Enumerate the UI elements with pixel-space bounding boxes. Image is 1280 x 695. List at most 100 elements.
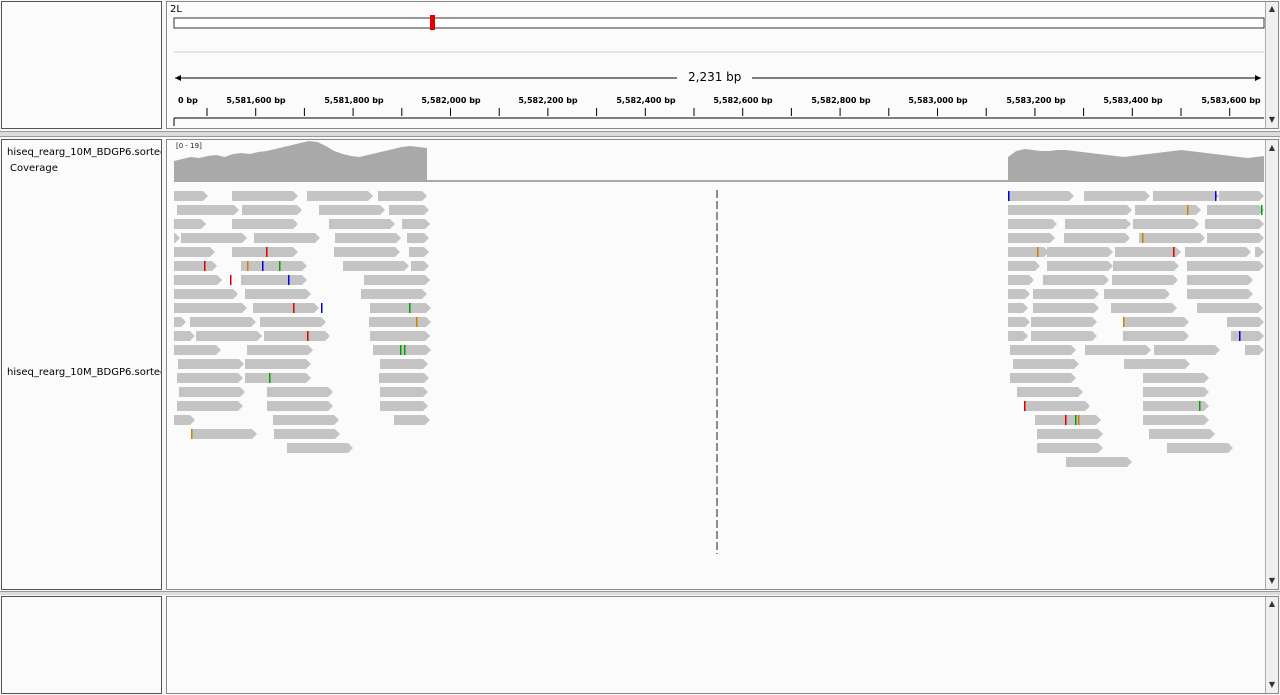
aligned-read <box>1231 331 1264 341</box>
ruler-tick-label: 5,583,400 bp <box>1103 96 1163 105</box>
scroll-up-arrow-icon[interactable]: ▲ <box>1267 599 1277 609</box>
aligned-read <box>174 247 215 257</box>
aligned-read <box>1035 415 1101 425</box>
ruler-tick-label: 5,582,600 bp <box>713 96 773 105</box>
aligned-read <box>1008 289 1030 299</box>
mismatch-mark <box>1037 247 1039 257</box>
aligned-read <box>1031 331 1097 341</box>
mismatch-mark <box>269 373 271 383</box>
mismatch-mark <box>321 303 323 313</box>
scroll-down-arrow-icon[interactable]: ▼ <box>1267 680 1277 690</box>
ruler-tick-label: 5,583,600 bp <box>1201 96 1261 105</box>
scroll-down-arrow-icon[interactable]: ▼ <box>1267 115 1277 125</box>
ruler-tick-label: 5,581,800 bp <box>324 96 384 105</box>
alignment-graphics[interactable] <box>167 140 1265 590</box>
aligned-read <box>174 317 186 327</box>
aligned-read <box>1033 303 1099 313</box>
data-panel[interactable]: ▲ ▼ <box>166 139 1279 590</box>
panel-divider[interactable] <box>0 131 1280 137</box>
ruler-tick-label: 5,583,000 bp <box>908 96 968 105</box>
aligned-read <box>334 247 400 257</box>
aligned-read <box>274 429 340 439</box>
aligned-read <box>380 387 428 397</box>
scroll-down-arrow-icon[interactable]: ▼ <box>1267 576 1277 586</box>
aligned-read <box>174 303 247 313</box>
feature-scrollbar[interactable]: ▲ ▼ <box>1265 597 1278 693</box>
ruler-panel: 2L 2,231 bp 0 bp 5,581,600 bp 5,581,800 bp… <box>166 1 1279 129</box>
mismatch-mark <box>191 429 193 439</box>
aligned-read <box>361 289 427 299</box>
aligned-read <box>174 345 221 355</box>
aligned-read <box>1124 359 1190 369</box>
aligned-read <box>174 233 180 243</box>
mismatch-mark <box>404 345 406 355</box>
aligned-read <box>177 401 243 411</box>
aligned-read <box>1037 429 1103 439</box>
data-name-panel: hiseq_rearg_10M_BDGP6.sorted.bam Coverag… <box>1 139 162 590</box>
chromosome-ideogram <box>173 17 1265 29</box>
mismatch-mark <box>1215 191 1217 201</box>
ruler-tick-label: 5,582,000 bp <box>421 96 481 105</box>
aligned-read <box>1153 191 1219 201</box>
aligned-read <box>370 331 430 341</box>
aligned-read <box>1047 261 1113 271</box>
mismatch-mark <box>1199 401 1201 411</box>
aligned-read <box>1149 429 1215 439</box>
aligned-read <box>174 261 217 271</box>
aligned-read <box>245 373 311 383</box>
aligned-read <box>1010 345 1076 355</box>
mismatch-mark <box>1239 331 1241 341</box>
feature-panel[interactable]: ▲ ▼ <box>166 596 1279 694</box>
coverage-histogram-right <box>1008 149 1264 181</box>
panel-divider[interactable] <box>0 591 1280 595</box>
aligned-read <box>1008 191 1074 201</box>
aligned-read <box>319 205 385 215</box>
aligned-read <box>335 233 401 243</box>
aligned-read <box>1047 247 1113 257</box>
aligned-read <box>1008 275 1034 285</box>
span-arrow-left <box>175 75 181 81</box>
aligned-read <box>1185 247 1251 257</box>
aligned-read <box>1008 233 1055 243</box>
ruler-scrollbar[interactable]: ▲ ▼ <box>1265 2 1278 128</box>
mismatch-mark <box>1261 205 1263 215</box>
aligned-read <box>287 443 353 453</box>
aligned-read <box>253 303 319 313</box>
aligned-read <box>241 275 307 285</box>
aligned-read <box>402 219 430 229</box>
aligned-read <box>174 289 238 299</box>
data-scrollbar[interactable]: ▲ ▼ <box>1265 140 1278 589</box>
aligned-read <box>247 345 313 355</box>
aligned-read <box>411 261 429 271</box>
ruler-graphics[interactable]: 0 bp 5,581,600 bp 5,581,800 bp 5,582,000 bp… <box>167 2 1267 130</box>
aligned-read <box>1008 247 1049 257</box>
aligned-read <box>1139 233 1205 243</box>
aligned-read <box>409 247 429 257</box>
scroll-up-arrow-icon[interactable]: ▲ <box>1267 4 1277 14</box>
feature-name-panel <box>1 596 162 694</box>
mismatch-mark <box>1187 205 1189 215</box>
mismatch-mark <box>279 261 281 271</box>
aligned-read <box>1104 289 1170 299</box>
alignment-track-name[interactable]: hiseq_rearg_10M_BDGP6.sorted.bam <box>7 367 161 378</box>
aligned-read <box>267 401 333 411</box>
aligned-read <box>241 261 307 271</box>
aligned-read <box>1219 191 1264 201</box>
aligned-read <box>389 205 429 215</box>
mismatch-mark <box>262 261 264 271</box>
aligned-read <box>273 415 339 425</box>
aligned-read <box>245 359 311 369</box>
aligned-read <box>380 359 428 369</box>
aligned-read <box>1066 457 1132 467</box>
coverage-histogram-left <box>174 141 427 181</box>
aligned-read <box>232 219 298 229</box>
ruler-tick-label: 5,581,600 bp <box>226 96 286 105</box>
aligned-read <box>364 275 430 285</box>
mismatch-mark <box>1142 233 1144 243</box>
scroll-up-arrow-icon[interactable]: ▲ <box>1267 143 1277 153</box>
aligned-read <box>1024 401 1090 411</box>
aligned-read <box>1008 219 1057 229</box>
aligned-read <box>177 373 243 383</box>
ruler-tick-label: 5,582,200 bp <box>518 96 578 105</box>
coverage-track-name[interactable]: hiseq_rearg_10M_BDGP6.sorted.bam <box>7 147 161 158</box>
